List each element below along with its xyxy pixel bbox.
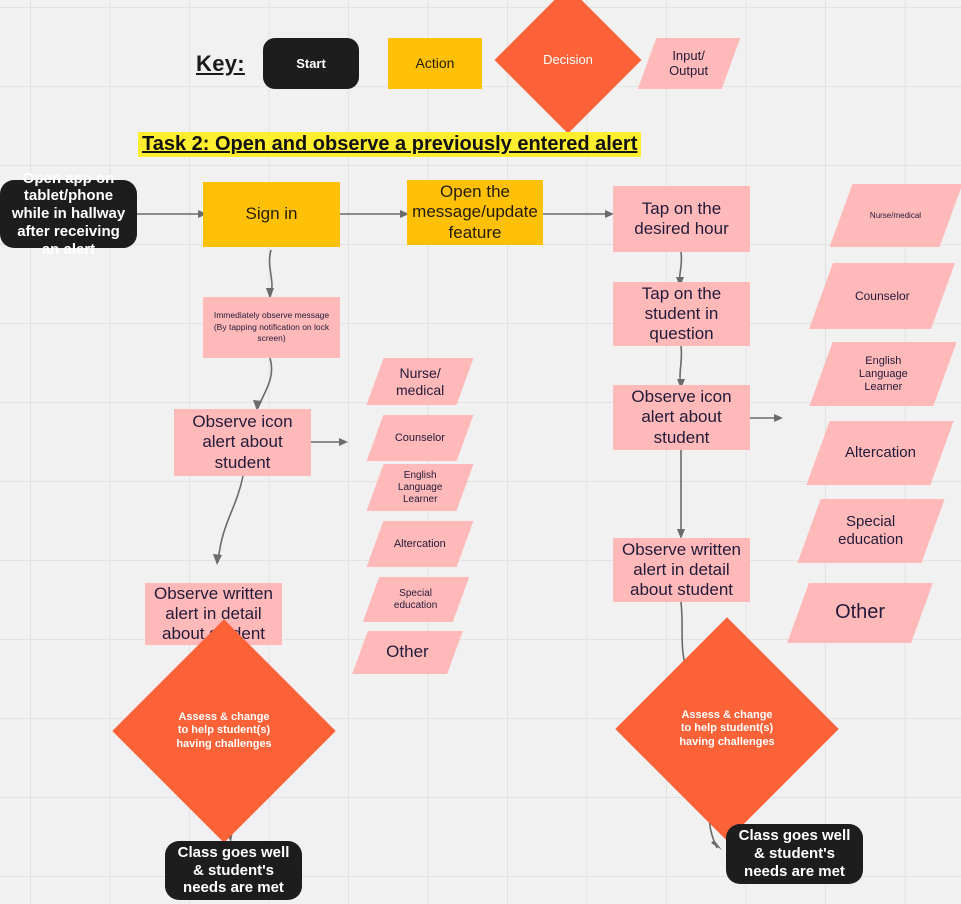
io-left-altercation-label: Altercation [394, 537, 446, 550]
io-right-ell-label: English Language Learner [858, 354, 908, 393]
io-left-special-education-label: Special education [394, 587, 438, 611]
io-left-counselor: Counselor [366, 415, 474, 461]
node-sign-in: Sign in [203, 182, 340, 247]
left-decision-label: Assess & change to help student(s) havin… [176, 710, 272, 750]
arrowhead-observeicon-to-written-left [213, 554, 222, 565]
key-start-shape: Start [263, 38, 359, 89]
io-right-special-education-label: Special education [838, 513, 904, 548]
key-decision-shape: Decision [494, 0, 642, 134]
io-left-altercation: Altercation [366, 521, 474, 567]
connector-taphour-to-tapstudent [678, 251, 683, 285]
io-right-altercation-label: Altercation [844, 444, 916, 462]
key-label: Key: [196, 51, 245, 76]
io-right-other: Other [787, 583, 933, 643]
flowchart-canvas: Key: Start Action Decision Input/ Output… [0, 0, 961, 904]
node-tap-student: Tap on the student in question [613, 282, 750, 346]
arrowhead-observeicon-to-types-right [774, 414, 783, 422]
io-right-altercation: Altercation [806, 421, 954, 485]
io-right-nurse-medical: Nurse/medical [829, 184, 961, 247]
node-open-feature: Open the message/update feature [407, 180, 543, 245]
io-right-counselor-label: Counselor [854, 288, 910, 303]
key-start-label: Start [296, 55, 326, 71]
io-left-other: Other [352, 631, 463, 674]
node-right-decision: Assess & change to help student(s) havin… [615, 617, 839, 841]
node-right-observe-icon: Observe icon alert about student [613, 385, 750, 450]
key-io-label: Input/ Output [669, 48, 709, 79]
io-right-special-education: Special education [797, 499, 945, 563]
key-io-shape: Input/ Output [637, 38, 741, 89]
key-decision-label: Decision [543, 52, 593, 68]
node-left-decision: Assess & change to help student(s) havin… [112, 619, 336, 843]
arrowhead-decision-to-end-right [711, 840, 722, 850]
node-left-observe-icon: Observe icon alert about student [174, 409, 311, 476]
key-action-shape: Action [388, 38, 482, 89]
io-left-counselor-label: Counselor [394, 431, 446, 444]
io-right-nurse-medical-label: Nurse/medical [870, 210, 922, 220]
connector-immediate-to-observeicon [257, 357, 273, 409]
page-title: Task 2: Open and observe a previously en… [138, 132, 642, 157]
node-immediate-observe: Immediately observe message (By tapping … [203, 297, 340, 358]
node-right-observe-written: Observe written alert in detail about st… [613, 538, 750, 602]
io-left-english-language-learner: English Language Learner [366, 464, 474, 511]
connector-signin-to-immediate [268, 249, 273, 297]
io-left-ell-label: English Language Learner [397, 469, 443, 505]
connector-tapstudent-to-observeicon-right [679, 345, 683, 387]
io-left-special-education: Special education [362, 577, 470, 622]
connector-observeicon-to-written-left [217, 475, 244, 563]
io-left-nurse-medical-label: Nurse/ medical [395, 364, 445, 398]
arrowhead-observeicon-to-types-left [339, 438, 348, 446]
io-left-nurse-medical: Nurse/ medical [366, 358, 474, 405]
node-right-end: Class goes well & student's needs are me… [726, 824, 863, 884]
node-start: Open app on tablet/phone while in hallwa… [0, 170, 137, 258]
right-decision-label: Assess & change to help student(s) havin… [679, 708, 775, 748]
node-left-end: Class goes well & student's needs are me… [165, 841, 302, 900]
io-left-other-label: Other [386, 642, 429, 662]
io-right-english-language-learner: English Language Learner [809, 342, 957, 406]
io-right-counselor: Counselor [808, 263, 956, 329]
io-right-other-label: Other [834, 601, 886, 624]
node-tap-hour: Tap on the desired hour [613, 186, 750, 252]
key-action-label: Action [415, 55, 455, 72]
